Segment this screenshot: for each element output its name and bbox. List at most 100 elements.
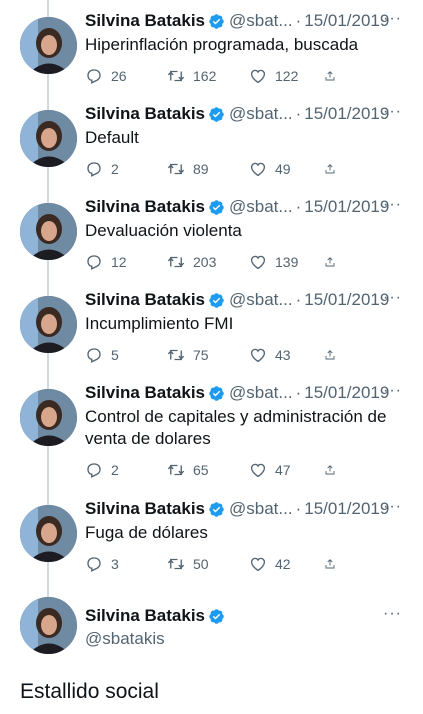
author-handle[interactable]: @sbat...: [229, 383, 293, 403]
like-count: 43: [275, 347, 291, 363]
avatar[interactable]: [20, 296, 77, 353]
tweet-header: Silvina Batakis @sbat... · 15/01/2019: [85, 289, 410, 311]
share-button[interactable]: [324, 253, 344, 271]
reply-button[interactable]: 26: [85, 67, 167, 85]
reply-count: 5: [111, 347, 119, 363]
reply-count: 26: [111, 68, 127, 84]
more-icon[interactable]: ···: [383, 290, 402, 306]
tweet-date[interactable]: 15/01/2019: [304, 11, 389, 31]
author-handle[interactable]: @sbat...: [229, 197, 293, 217]
tweet-actions: 5 75 43: [85, 345, 410, 365]
share-button[interactable]: [324, 160, 344, 178]
retweet-button[interactable]: 65: [167, 461, 249, 479]
avatar[interactable]: [20, 203, 77, 260]
avatar[interactable]: [20, 505, 77, 562]
like-button[interactable]: 139: [249, 253, 324, 271]
author-name[interactable]: Silvina Batakis: [85, 290, 205, 310]
tweet-thread: Silvina Batakis @sbat... · 15/01/2019 ··…: [0, 0, 423, 714]
tweet-header: Silvina Batakis @sbat... · 15/01/2019: [85, 382, 410, 404]
more-icon[interactable]: ···: [383, 104, 402, 120]
author-name[interactable]: Silvina Batakis: [85, 104, 205, 124]
reply-count: 3: [111, 556, 119, 572]
author-name[interactable]: Silvina Batakis: [85, 383, 205, 403]
retweet-count: 65: [193, 462, 209, 478]
verified-badge-icon: [209, 13, 224, 29]
reply-button[interactable]: 2: [85, 160, 167, 178]
like-button[interactable]: 43: [249, 346, 324, 364]
reply-button[interactable]: 2: [85, 461, 167, 479]
retweet-button[interactable]: 89: [167, 160, 249, 178]
author-handle[interactable]: @sbat...: [229, 104, 293, 124]
retweet-button[interactable]: 162: [167, 67, 249, 85]
author-name[interactable]: Silvina Batakis: [85, 499, 205, 519]
like-button[interactable]: 42: [249, 555, 324, 573]
tweet-header: Silvina Batakis @sbat... · 15/01/2019: [85, 196, 410, 218]
heart-icon: [250, 348, 266, 363]
tweet-date[interactable]: 15/01/2019: [304, 197, 389, 217]
share-icon: [325, 257, 335, 267]
reply-count: 2: [111, 462, 119, 478]
tweet-text: Default: [85, 128, 139, 147]
author-name[interactable]: Silvina Batakis: [85, 197, 205, 217]
tweet-date[interactable]: 15/01/2019: [304, 383, 389, 403]
like-button[interactable]: 47: [249, 461, 324, 479]
separator-dot: ·: [295, 290, 302, 309]
reply-button[interactable]: 5: [85, 346, 167, 364]
author-handle[interactable]: @sbat...: [229, 499, 293, 519]
author-handle[interactable]: @sbat...: [229, 290, 293, 310]
more-icon[interactable]: ···: [383, 11, 402, 27]
share-button[interactable]: [324, 346, 344, 364]
avatar[interactable]: [20, 597, 77, 654]
tweet-actions: 26 162 122: [85, 66, 410, 86]
share-button[interactable]: [324, 555, 344, 573]
avatar[interactable]: [20, 17, 77, 74]
retweet-count: 75: [193, 347, 209, 363]
share-button[interactable]: [324, 461, 344, 479]
verified-badge-icon: [209, 608, 224, 624]
tweet-header: Silvina Batakis @sbat... · 15/01/2019: [85, 103, 410, 125]
author-handle[interactable]: @sbatakis: [85, 629, 410, 649]
reply-icon: [87, 162, 101, 177]
avatar[interactable]: [20, 110, 77, 167]
reply-button[interactable]: 3: [85, 555, 167, 573]
tweet-header: Silvina Batakis @sbat... · 15/01/2019: [85, 10, 410, 32]
tweet-date[interactable]: 15/01/2019: [304, 499, 389, 519]
more-icon[interactable]: ···: [383, 499, 402, 515]
more-icon[interactable]: ···: [383, 383, 402, 399]
retweet-icon: [167, 70, 185, 82]
tweet-date[interactable]: 15/01/2019: [304, 104, 389, 124]
reply-icon: [87, 463, 101, 478]
separator-dot: ·: [295, 383, 302, 402]
share-icon: [325, 465, 335, 475]
like-count: 139: [275, 254, 299, 270]
tweet-text: Fuga de dólares: [85, 523, 208, 542]
heart-icon: [250, 255, 266, 270]
author-name[interactable]: Silvina Batakis: [85, 11, 205, 31]
tweet-text: Control de capitales y administración de…: [85, 407, 387, 448]
reply-button[interactable]: 12: [85, 253, 167, 271]
like-button[interactable]: 49: [249, 160, 324, 178]
share-icon: [325, 559, 335, 569]
reply-icon: [87, 557, 101, 572]
retweet-button[interactable]: 203: [167, 253, 249, 271]
tweet-actions: 12 203 139: [85, 252, 410, 272]
author-name[interactable]: Silvina Batakis: [85, 606, 205, 626]
author-handle[interactable]: @sbat...: [229, 11, 293, 31]
retweet-count: 89: [193, 161, 209, 177]
tweet-date[interactable]: 15/01/2019: [304, 290, 389, 310]
avatar[interactable]: [20, 389, 77, 446]
reply-icon: [87, 69, 101, 84]
retweet-count: 50: [193, 556, 209, 572]
tweet-text: Incumplimiento FMI: [85, 314, 234, 333]
heart-icon: [250, 162, 266, 177]
retweet-icon: [167, 464, 185, 476]
retweet-icon: [167, 256, 185, 268]
more-icon[interactable]: ···: [383, 606, 402, 622]
retweet-icon: [167, 558, 185, 570]
reply-count: 12: [111, 254, 127, 270]
like-button[interactable]: 122: [249, 67, 324, 85]
retweet-button[interactable]: 75: [167, 346, 249, 364]
retweet-button[interactable]: 50: [167, 555, 249, 573]
share-button[interactable]: [324, 67, 344, 85]
more-icon[interactable]: ···: [383, 197, 402, 213]
